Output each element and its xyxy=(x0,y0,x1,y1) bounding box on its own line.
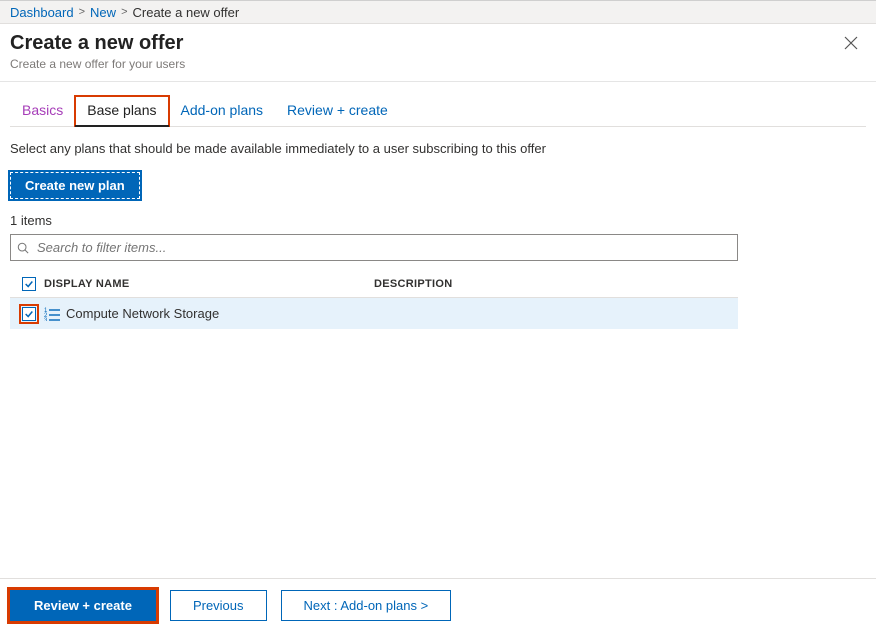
search-box xyxy=(10,234,738,261)
review-create-button[interactable]: Review + create xyxy=(10,590,156,621)
content-area: Basics Base plans Add-on plans Review + … xyxy=(0,81,876,583)
tab-addon-plans[interactable]: Add-on plans xyxy=(169,96,276,126)
breadcrumb-new[interactable]: New xyxy=(90,5,116,20)
page-title: Create a new offer xyxy=(10,32,185,55)
breadcrumb-current: Create a new offer xyxy=(133,5,240,20)
tab-review-create[interactable]: Review + create xyxy=(275,96,400,126)
search-icon xyxy=(17,242,29,254)
row-checkbox[interactable] xyxy=(22,307,36,321)
instruction-text: Select any plans that should be made ava… xyxy=(10,141,866,156)
tab-base-plans[interactable]: Base plans xyxy=(75,96,168,126)
select-all-checkbox[interactable] xyxy=(22,277,36,291)
table-row[interactable]: 1 2 3 Compute Network Storage xyxy=(10,298,738,329)
chevron-right-icon: > xyxy=(79,6,85,18)
items-count-label: 1 items xyxy=(10,213,866,228)
plans-table: DISPLAY NAME DESCRIPTION 1 2 3 Compute N… xyxy=(10,271,738,329)
next-button[interactable]: Next : Add-on plans > xyxy=(281,590,452,621)
svg-text:3: 3 xyxy=(44,318,48,321)
previous-button[interactable]: Previous xyxy=(170,590,267,621)
column-header-description[interactable]: DESCRIPTION xyxy=(374,278,734,290)
plan-list-icon: 1 2 3 xyxy=(44,307,66,321)
page-subtitle: Create a new offer for your users xyxy=(10,57,185,71)
tab-basics[interactable]: Basics xyxy=(10,96,75,126)
breadcrumb-dashboard[interactable]: Dashboard xyxy=(10,5,74,20)
close-icon[interactable] xyxy=(838,32,864,57)
search-input[interactable] xyxy=(10,234,738,261)
breadcrumb: Dashboard > New > Create a new offer xyxy=(0,0,876,24)
page-header: Create a new offer Create a new offer fo… xyxy=(0,24,876,81)
row-name: Compute Network Storage xyxy=(66,306,219,321)
footer-bar: Review + create Previous Next : Add-on p… xyxy=(0,578,876,632)
create-new-plan-button[interactable]: Create new plan xyxy=(10,172,140,199)
tab-bar: Basics Base plans Add-on plans Review + … xyxy=(10,96,866,127)
chevron-right-icon: > xyxy=(121,6,127,18)
column-header-display-name[interactable]: DISPLAY NAME xyxy=(44,278,374,290)
table-header: DISPLAY NAME DESCRIPTION xyxy=(10,271,738,298)
